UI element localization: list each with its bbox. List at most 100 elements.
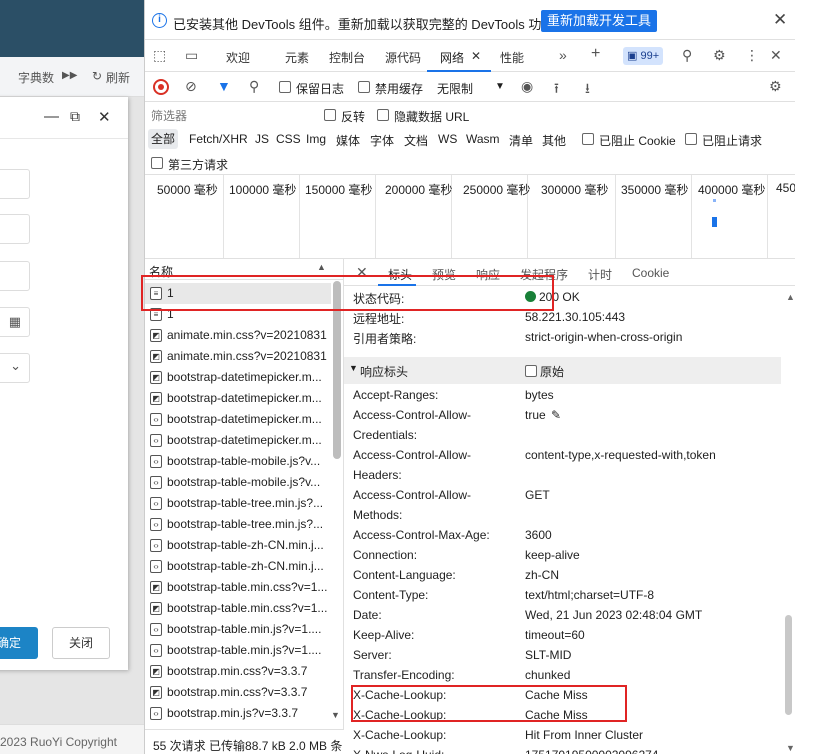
calendar-icon[interactable]: ▦ [9, 314, 21, 330]
type-all[interactable]: 全部 [148, 129, 179, 149]
add-tab-icon[interactable]: + [591, 45, 600, 63]
device-toolbar-icon[interactable]: ▭ [185, 47, 198, 64]
more-options-icon[interactable]: ⋮ [745, 47, 759, 64]
type-other[interactable]: 其他 [542, 132, 566, 149]
tab-preview[interactable]: 预览 [432, 266, 456, 283]
third-party-checkbox[interactable] [151, 157, 163, 169]
tab-initiator[interactable]: 发起程序 [520, 266, 568, 283]
request-row[interactable]: ‹› bootstrap-table-zh-CN.min.j... [145, 556, 331, 577]
throttling-select[interactable]: 无限制 [437, 80, 473, 97]
request-row[interactable]: ◩ bootstrap-datetimepicker.m... [145, 388, 331, 409]
customize-icon[interactable]: ⚲ [682, 47, 692, 64]
request-row[interactable]: ‹› bootstrap.min.js?v=3.3.7 [145, 703, 331, 724]
tab-performance[interactable]: 性能 [500, 49, 524, 66]
type-fetch-xhr[interactable]: Fetch/XHR [189, 132, 248, 146]
type-wasm[interactable]: Wasm [466, 132, 500, 146]
request-row[interactable]: ‹› bootstrap-table-zh-CN.min.j... [145, 535, 331, 556]
request-row[interactable]: ◩ bootstrap.min.css?v=3.3.7 [145, 682, 331, 703]
request-row[interactable]: ‹› bootstrap-datetimepicker.m... [145, 409, 331, 430]
tab-console[interactable]: 控制台 [329, 49, 365, 66]
hide-data-urls-checkbox[interactable] [377, 109, 389, 121]
filter-input[interactable]: 筛选器 [149, 106, 309, 126]
close-button[interactable]: 关闭 [52, 627, 110, 659]
request-row[interactable]: ‹› bootstrap-table-tree.min.js?... [145, 493, 331, 514]
issues-badge[interactable]: ▣ 99+ [623, 47, 664, 65]
request-row[interactable]: ◩ bootstrap-datetimepicker.m... [145, 367, 331, 388]
type-doc[interactable]: 文档 [404, 132, 428, 149]
request-row[interactable]: ‹› bootstrap-table-tree.min.js?... [145, 514, 331, 535]
response-headers-section[interactable]: ▼ 响应标头 原始 [344, 357, 781, 384]
select-field[interactable]: ⌄ [0, 353, 30, 383]
scroll-down-icon[interactable]: ▼ [331, 710, 340, 720]
details-scrollbar[interactable] [785, 615, 792, 715]
network-conditions-icon[interactable]: ◉ [521, 78, 533, 95]
request-row[interactable]: ‹› bootstrap-datetimepicker.m... [145, 430, 331, 451]
refresh-button[interactable]: 刷新 [106, 69, 130, 86]
network-overview-timeline[interactable]: 50000 毫秒 100000 毫秒 150000 毫秒 200000 毫秒 2… [145, 175, 795, 259]
request-row[interactable]: ◩ animate.min.css?v=20210831 [145, 346, 331, 367]
more-tabs-icon[interactable]: » [559, 47, 567, 63]
tab-welcome[interactable]: 欢迎 [226, 49, 250, 66]
request-row[interactable]: ◩ bootstrap-table.min.css?v=1... [145, 577, 331, 598]
record-icon[interactable] [153, 79, 169, 95]
close-infobar-icon[interactable]: ✕ [773, 10, 787, 30]
details-scroll-up-icon[interactable]: ▲ [786, 292, 795, 302]
request-list-scrollbar[interactable] [333, 281, 341, 459]
date-field[interactable]: ▦ [0, 307, 30, 337]
tab-response[interactable]: 响应 [476, 266, 500, 283]
close-devtools-icon[interactable]: ✕ [770, 47, 782, 64]
tab-sources[interactable]: 源代码 [385, 49, 421, 66]
inspect-element-icon[interactable]: ⬚ [153, 47, 166, 64]
close-icon[interactable]: ✕ [98, 108, 111, 126]
tab-headers[interactable]: 标头 [388, 266, 412, 283]
dict-tab[interactable]: 字典数 [18, 69, 54, 86]
refresh-icon[interactable]: ↻ [92, 69, 102, 83]
request-row[interactable]: ‹› bootstrap-table-mobile.js?v... [145, 472, 331, 493]
settings-icon[interactable]: ⚙ [713, 47, 726, 64]
form-field-2[interactable] [0, 214, 30, 244]
details-scroll-down-icon[interactable]: ▼ [786, 743, 795, 753]
close-network-tab-icon[interactable]: ✕ [471, 49, 481, 63]
throttling-dropdown-icon[interactable]: ▼ [495, 81, 505, 92]
network-settings-icon[interactable]: ⚙ [769, 78, 782, 95]
invert-checkbox[interactable] [324, 109, 336, 121]
blocked-cookies-checkbox[interactable] [582, 133, 594, 145]
disable-cache-checkbox[interactable] [358, 81, 370, 93]
reload-devtools-button[interactable]: 重新加载开发工具 [541, 10, 658, 32]
minimize-icon[interactable]: — [44, 108, 59, 125]
export-har-icon[interactable]: ⭳ [585, 78, 590, 102]
search-icon[interactable]: ⚲ [249, 78, 259, 95]
type-css[interactable]: CSS [276, 132, 301, 146]
type-media[interactable]: 媒体 [336, 132, 360, 149]
blocked-requests-checkbox[interactable] [685, 133, 697, 145]
column-name-header[interactable]: 名称 [149, 263, 173, 280]
type-font[interactable]: 字体 [370, 132, 394, 149]
form-field-3[interactable] [0, 261, 30, 291]
clear-icon[interactable]: ⊘ [185, 78, 197, 95]
tab-cookies[interactable]: Cookie [632, 266, 669, 280]
request-row[interactable]: ◩ bootstrap.min.css?v=3.3.7 [145, 661, 331, 682]
preserve-log-checkbox[interactable] [279, 81, 291, 93]
request-row[interactable]: ◩ animate.min.css?v=20210831 [145, 325, 331, 346]
tab-timing[interactable]: 计时 [588, 266, 612, 283]
double-chevron-right-icon[interactable]: ▶▶ [62, 70, 77, 81]
import-har-icon[interactable]: ⭱ [554, 78, 559, 102]
request-row[interactable]: ‹› bootstrap-table-mobile.js?v... [145, 451, 331, 472]
confirm-button[interactable]: 确定 [0, 627, 38, 659]
type-manifest[interactable]: 清单 [509, 132, 533, 149]
raw-headers-checkbox[interactable] [525, 365, 537, 377]
request-row[interactable]: ≡ 1 [145, 283, 331, 304]
close-details-icon[interactable]: ✕ [356, 264, 368, 281]
type-ws[interactable]: WS [438, 132, 457, 146]
tab-elements[interactable]: 元素 [285, 49, 309, 66]
sort-ascending-icon[interactable]: ▲ [317, 262, 326, 272]
maximize-icon[interactable]: ⧉ [70, 108, 80, 125]
edit-header-icon[interactable]: ✎ [551, 408, 561, 422]
request-row[interactable]: ◩ bootstrap-table.min.css?v=1... [145, 598, 331, 619]
tab-network[interactable]: 网络 [440, 49, 464, 66]
request-row[interactable]: ≡ 1 [145, 304, 331, 325]
request-row[interactable]: ‹› bootstrap-table.min.js?v=1.... [145, 640, 331, 661]
request-row[interactable]: ‹› bootstrap-table.min.js?v=1.... [145, 619, 331, 640]
section-expand-icon[interactable]: ▼ [349, 363, 358, 373]
type-js[interactable]: JS [255, 132, 269, 146]
